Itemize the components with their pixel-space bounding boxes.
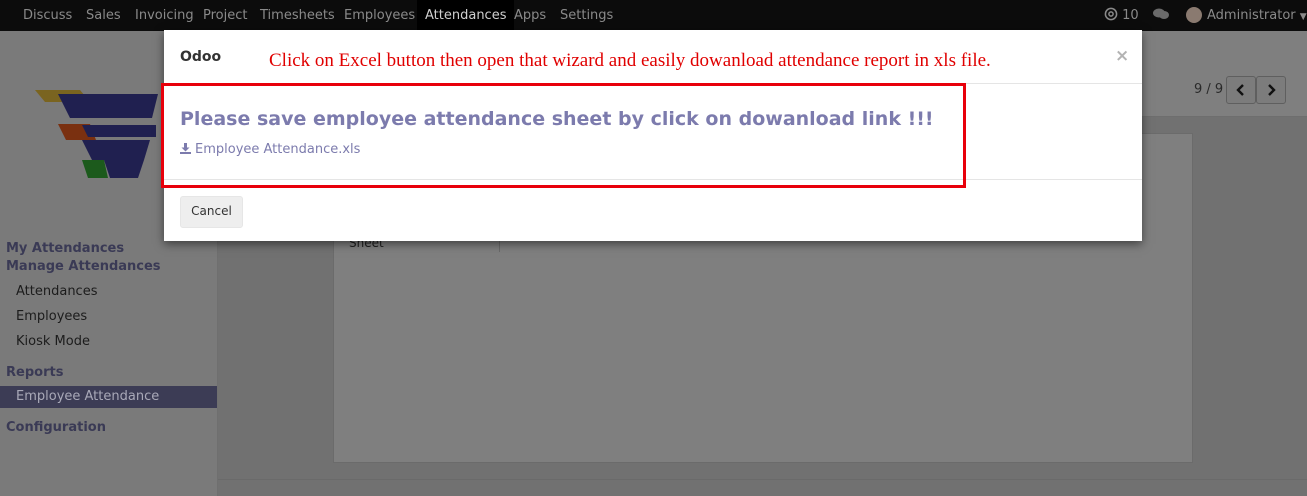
close-icon[interactable]: × bbox=[1115, 46, 1129, 66]
menu-discuss[interactable]: Discuss bbox=[23, 0, 72, 31]
sidebar-manage-attendances[interactable]: Manage Attendances bbox=[6, 259, 161, 274]
dialog-header: Odoo Click on Excel button then open tha… bbox=[164, 30, 1142, 84]
at-icon bbox=[1104, 7, 1118, 21]
top-navbar: Discuss Sales Invoicing Project Timeshee… bbox=[0, 0, 1307, 31]
dialog-title: Odoo bbox=[180, 49, 222, 65]
user-avatar[interactable] bbox=[1186, 7, 1202, 23]
sidebar-item-attendances[interactable]: Attendances bbox=[16, 284, 97, 299]
menu-settings[interactable]: Settings bbox=[560, 0, 613, 31]
highlight-box bbox=[161, 83, 966, 188]
annotation-text: Click on Excel button then open that wiz… bbox=[269, 50, 991, 71]
sidebar-reports[interactable]: Reports bbox=[6, 365, 63, 380]
sidebar-item-employees[interactable]: Employees bbox=[16, 309, 87, 324]
messages-count: 10 bbox=[1122, 8, 1139, 23]
company-logo bbox=[35, 90, 158, 178]
menu-project[interactable]: Project bbox=[203, 0, 247, 31]
user-name: Administrator bbox=[1207, 8, 1296, 23]
chevron-left-icon bbox=[1236, 84, 1244, 96]
caret-down-icon: ▼ bbox=[1299, 12, 1307, 22]
messages-indicator[interactable]: 10 bbox=[1104, 0, 1139, 31]
bottom-divider bbox=[218, 479, 1307, 480]
sidebar-my-attendances[interactable]: My Attendances bbox=[6, 241, 124, 256]
sidebar-configuration[interactable]: Configuration bbox=[6, 420, 106, 435]
chevron-right-icon bbox=[1268, 84, 1276, 96]
menu-invoicing[interactable]: Invoicing bbox=[135, 0, 194, 31]
menu-timesheets[interactable]: Timesheets bbox=[260, 0, 335, 31]
sidebar-item-kiosk-mode[interactable]: Kiosk Mode bbox=[16, 334, 90, 349]
menu-attendances[interactable]: Attendances bbox=[417, 0, 515, 31]
cancel-button[interactable]: Cancel bbox=[180, 196, 243, 228]
pager-value: 9 / 9 bbox=[1194, 82, 1224, 97]
chat-icon[interactable] bbox=[1152, 0, 1170, 31]
menu-apps[interactable]: Apps bbox=[514, 0, 546, 31]
sidebar-item-employee-attendance[interactable]: Employee Attendance bbox=[0, 386, 217, 408]
sidebar-item-label: Employee Attendance bbox=[16, 389, 160, 404]
pager-next-button[interactable] bbox=[1256, 76, 1286, 104]
user-menu[interactable]: Administrator ▼ bbox=[1207, 0, 1307, 31]
menu-employees[interactable]: Employees bbox=[344, 0, 415, 31]
menu-sales[interactable]: Sales bbox=[86, 0, 121, 31]
pager-previous-button[interactable] bbox=[1226, 76, 1256, 104]
